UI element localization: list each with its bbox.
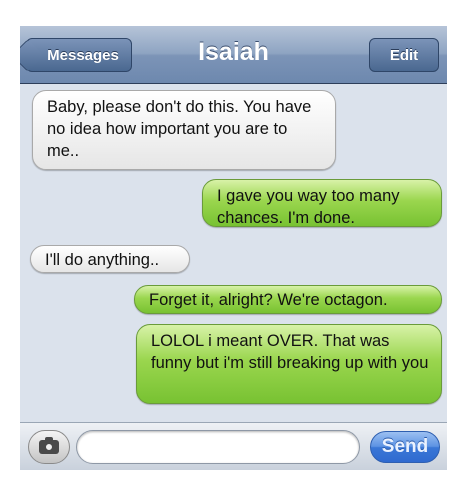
navigation-bar: Messages Isaiah Edit [20, 26, 447, 84]
received-message-bubble[interactable]: Baby, please don't do this. You have no … [32, 90, 336, 170]
message-input[interactable] [76, 430, 360, 464]
sent-message-bubble[interactable]: Forget it, alright? We're octagon. [134, 285, 442, 314]
message-input-bar: Send [20, 422, 447, 470]
camera-icon [44, 442, 54, 452]
edit-button[interactable]: Edit [369, 38, 439, 72]
sent-message-bubble[interactable]: LOLOL i meant OVER. That was funny but i… [136, 324, 442, 404]
received-message-bubble[interactable]: I'll do anything.. [30, 245, 190, 273]
conversation-screen: Messages Isaiah Edit Baby, please don't … [20, 26, 447, 470]
send-button[interactable]: Send [370, 431, 440, 463]
camera-button[interactable] [28, 430, 70, 464]
sent-message-bubble[interactable]: I gave you way too many chances. I'm don… [202, 179, 442, 227]
